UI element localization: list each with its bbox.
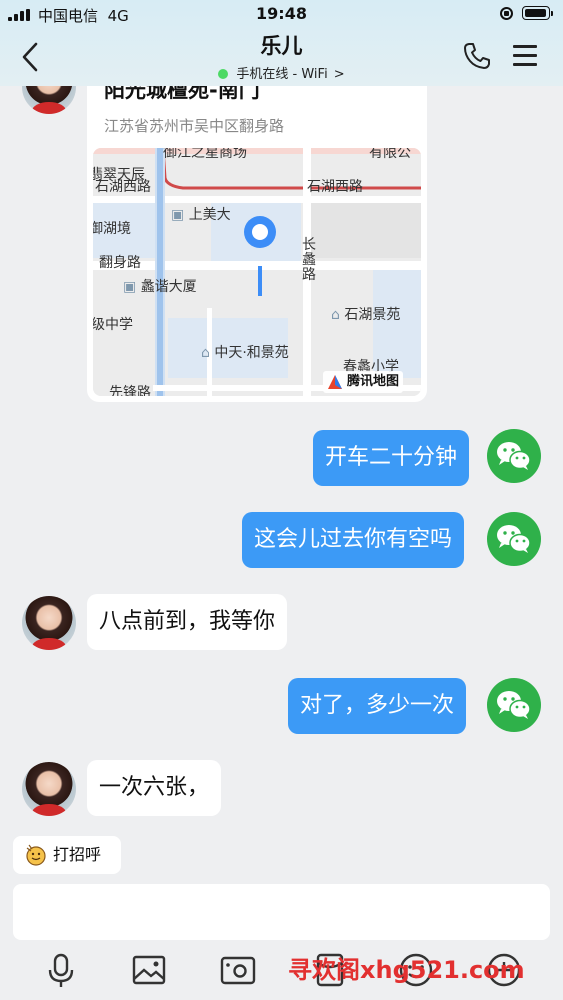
camera-button[interactable] (218, 950, 258, 990)
battery-icon (522, 6, 553, 20)
residence-icon: ⌂ (201, 345, 210, 361)
voice-button[interactable] (41, 950, 81, 990)
greeting-button[interactable]: 打招呼 (13, 836, 121, 874)
chevron-right-icon: > (333, 67, 345, 82)
message-input[interactable] (13, 884, 550, 940)
phone-call-button[interactable] (462, 41, 492, 71)
map-label: 级中学 (93, 317, 133, 333)
wechat-icon (497, 525, 531, 553)
wechat-icon (497, 691, 531, 719)
greeting-label: 打招呼 (53, 845, 102, 864)
photo-button[interactable] (129, 950, 169, 990)
map-label: 长蠡路 (302, 237, 316, 283)
tencent-map-logo-icon (328, 375, 342, 389)
wave-emoji-icon (26, 844, 46, 866)
map-label: 御湖境 (93, 221, 131, 237)
message-bubble-outgoing[interactable]: 开车二十分钟 (313, 430, 470, 486)
online-dot-icon (218, 69, 229, 79)
map-label: 石湖西路 (307, 179, 363, 195)
map-label: 御江之星商场 (163, 148, 247, 161)
message-bubble-outgoing[interactable]: 这会儿过去你有空吗 (242, 512, 465, 568)
phone-icon (464, 43, 490, 69)
image-icon (132, 955, 166, 985)
my-avatar-wechat-icon[interactable] (487, 678, 541, 732)
microphone-icon (48, 953, 74, 987)
map-label: 翻身路 (99, 255, 141, 271)
contact-avatar[interactable] (22, 596, 76, 650)
residence-icon: ⌂ (331, 307, 340, 323)
building-icon: ▣ (171, 207, 185, 223)
building-icon: ▣ (123, 279, 137, 295)
map-label: ⌂ 中天·和景苑 (201, 345, 289, 361)
map-label: ⌂ 石湖景苑 (331, 307, 401, 323)
map-label: 石湖西路 (95, 179, 151, 195)
map-label: ▣ 上美大 (171, 207, 231, 223)
my-avatar-wechat-icon[interactable] (487, 512, 541, 566)
status-bar: 中国电信 4G 19:48 (0, 0, 563, 28)
my-avatar-wechat-icon[interactable] (487, 429, 541, 483)
message-bubble-incoming[interactable]: 一次六张， (87, 760, 222, 816)
map-label: 有限公 (369, 148, 411, 161)
watermark: 寻欢阁xhg521.com (288, 956, 525, 984)
menu-button[interactable] (513, 45, 537, 67)
message-bubble-outgoing[interactable]: 对了，多少一次 (288, 678, 467, 734)
camera-icon (220, 956, 256, 985)
message-bubble-incoming[interactable]: 八点前到，我等你 (87, 594, 288, 650)
location-address: 江苏省苏州市吴中区翻身路 (104, 117, 285, 135)
location-message-card[interactable]: 阳光城檀苑-南门 江苏省苏州市吴中区翻身路 御江之星商场 有限公 翡翠天辰 石湖… (87, 70, 427, 402)
rotation-lock-icon (500, 7, 513, 20)
wechat-icon (497, 442, 531, 470)
location-map[interactable]: 御江之星商场 有限公 翡翠天辰 石湖西路 石湖西路 ▣ 上美大 御湖境 长蠡路 … (93, 148, 421, 396)
contact-avatar[interactable] (22, 762, 76, 816)
map-label: ▣ 蠡谐大厦 (123, 279, 197, 295)
online-status-text: 手机在线 - WiFi (236, 67, 328, 82)
chat-header: 中国电信 4G 19:48 乐儿 手机在线 - WiFi > (0, 0, 563, 86)
map-provider-badge: 腾讯地图 (323, 371, 404, 393)
map-label: 先锋路 (109, 385, 151, 396)
status-time: 19:48 (256, 4, 307, 23)
